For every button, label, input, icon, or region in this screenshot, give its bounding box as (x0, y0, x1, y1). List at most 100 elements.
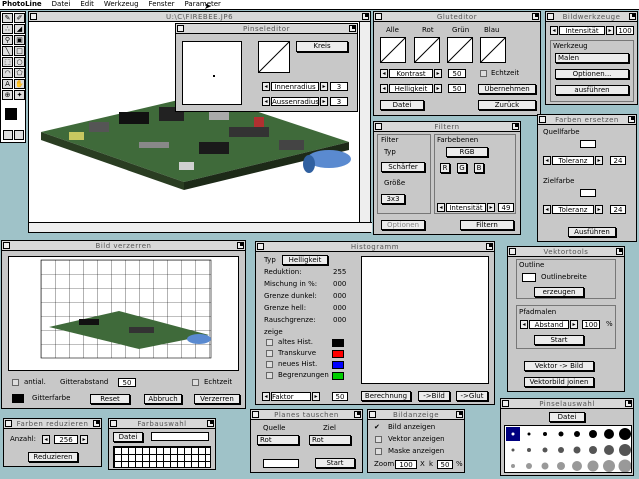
close-icon[interactable] (547, 13, 554, 20)
reduktion-value[interactable]: 255 (333, 268, 346, 277)
curve-alle[interactable] (380, 37, 406, 63)
polygon-icon[interactable]: ⬠ (14, 68, 25, 78)
quelle-button[interactable]: Rot (257, 435, 299, 445)
arrow-right-icon[interactable]: ▸ (320, 97, 328, 106)
maske-anzeigen-checkbox[interactable] (375, 448, 382, 455)
arrow-right-icon[interactable]: ▸ (606, 26, 614, 35)
reduzieren-button[interactable]: Reduzieren (28, 452, 78, 462)
stamp-icon[interactable]: ▣ (14, 35, 25, 45)
close-icon[interactable] (110, 420, 117, 427)
to-bild-button[interactable]: ->Bild (418, 391, 450, 401)
innenradius-slider[interactable]: Innenradius (271, 82, 319, 91)
faktor-value[interactable]: 50 (332, 392, 348, 401)
intensitaet-slider[interactable]: Intensität (559, 26, 605, 35)
aussenradius-slider[interactable]: Aussenradius (271, 97, 319, 106)
fullsize-icon[interactable] (237, 242, 244, 249)
close-icon[interactable] (252, 411, 259, 418)
menu-parameter[interactable]: Parameter (185, 0, 221, 9)
tool-mode-icon[interactable] (3, 130, 13, 140)
r-button[interactable]: R (440, 163, 450, 173)
close-icon[interactable] (3, 242, 10, 249)
arrow-left-icon[interactable]: ◂ (543, 205, 551, 214)
fullsize-icon[interactable] (362, 13, 369, 20)
ziel-button[interactable]: Rot (309, 435, 351, 445)
zoom-value[interactable]: 100 (395, 460, 417, 469)
close-icon[interactable] (375, 123, 382, 130)
distortion-grid[interactable] (8, 256, 239, 371)
arrow-right-icon[interactable]: ▸ (570, 320, 578, 329)
datei-button[interactable]: Datei (380, 100, 424, 110)
fullsize-icon[interactable] (625, 400, 632, 407)
arrow-left-icon[interactable]: ◂ (437, 203, 445, 212)
rgb-button[interactable]: RGB (446, 147, 488, 157)
planes-field[interactable] (263, 459, 299, 468)
toleranz-value[interactable]: 24 (610, 156, 626, 165)
horizontal-scrollbar[interactable] (29, 222, 372, 232)
color-name-field[interactable] (151, 432, 209, 441)
zoom-icon[interactable]: ⊕ (2, 90, 13, 100)
menu-edit[interactable]: Edit (80, 0, 94, 9)
arrow-right-icon[interactable]: ▸ (595, 156, 603, 165)
fullsize-icon[interactable] (629, 13, 636, 20)
arrow-left-icon[interactable]: ◂ (520, 320, 528, 329)
arrow-right-icon[interactable]: ▸ (312, 392, 320, 401)
fullsize-icon[interactable] (628, 116, 635, 123)
hand-icon[interactable]: ✋ (14, 79, 25, 89)
g-button[interactable]: G (457, 163, 467, 173)
b-button[interactable]: B (474, 163, 484, 173)
menu-app[interactable]: PhotoLine (2, 0, 42, 9)
helligkeit-slider[interactable]: Helligkeit (389, 84, 433, 93)
typ-button[interactable]: Schärfer (381, 162, 425, 172)
datei-button[interactable]: Datei (549, 412, 585, 422)
mischung-value[interactable]: 000 (333, 280, 346, 289)
transkurve-checkbox[interactable] (266, 350, 273, 357)
bild-anzeigen-checkbox[interactable]: ✔ (374, 423, 380, 432)
arrow-right-icon[interactable]: ▸ (434, 69, 442, 78)
close-icon[interactable] (30, 13, 37, 20)
close-icon[interactable] (375, 13, 382, 20)
toleranz2-value[interactable]: 24 (610, 205, 626, 214)
altes-hist-checkbox[interactable] (266, 339, 273, 346)
fullsize-icon[interactable] (616, 248, 623, 255)
groesse-button[interactable]: 3x3 (381, 194, 405, 204)
close-icon[interactable] (5, 420, 12, 427)
datei-button[interactable]: Datei (113, 432, 143, 442)
grenze-dunkel-value[interactable]: 000 (333, 292, 346, 301)
close-icon[interactable] (369, 411, 376, 418)
lasso-icon[interactable]: ◠ (2, 68, 13, 78)
vertical-scrollbar[interactable] (359, 22, 370, 222)
vektor-anzeigen-checkbox[interactable] (375, 436, 382, 443)
color-palette-grid[interactable] (113, 446, 211, 468)
rauschgrenze-value[interactable]: 000 (333, 316, 346, 325)
begrenzungen-checkbox[interactable] (266, 372, 273, 379)
neues-hist-checkbox[interactable] (266, 361, 273, 368)
kontrast-slider[interactable]: Kontrast (389, 69, 433, 78)
menu-werkzeug[interactable]: Werkzeug (104, 0, 139, 9)
zielfarbe-swatch[interactable] (580, 189, 596, 197)
abstand-value[interactable]: 100 (582, 320, 600, 329)
curve-rot[interactable] (414, 37, 440, 63)
innenradius-value[interactable]: 3 (330, 82, 348, 91)
intensitaet-slider[interactable]: Intensität (446, 203, 486, 212)
fullsize-icon[interactable] (532, 13, 539, 20)
menu-fenster[interactable]: Fenster (149, 0, 175, 9)
curve-gruen[interactable] (447, 37, 473, 63)
echtzeit-checkbox[interactable] (192, 379, 199, 386)
fill-icon[interactable]: ◢ (14, 24, 25, 34)
antial-checkbox[interactable] (12, 379, 19, 386)
arrow-left-icon[interactable]: ◂ (543, 156, 551, 165)
abstand-slider[interactable]: Abstand (529, 320, 569, 329)
arrow-right-icon[interactable]: ▸ (595, 205, 603, 214)
quellfarbe-swatch[interactable] (580, 140, 596, 148)
brush-curve-preview[interactable] (258, 41, 290, 73)
reset-button[interactable]: Reset (90, 394, 130, 404)
line-icon[interactable]: ╲ (2, 46, 13, 56)
tool-mode2-icon[interactable] (14, 130, 24, 140)
pencil-icon[interactable]: ✎ (2, 13, 13, 23)
start-button[interactable]: Start (315, 458, 355, 468)
gitterabstand-value[interactable]: 50 (118, 378, 136, 387)
arrow-right-icon[interactable]: ▸ (434, 84, 442, 93)
intensitaet-value[interactable]: 49 (498, 203, 514, 212)
eyedropper-icon[interactable]: ⚲ (2, 35, 13, 45)
abbruch-button[interactable]: Abbruch (144, 394, 182, 404)
